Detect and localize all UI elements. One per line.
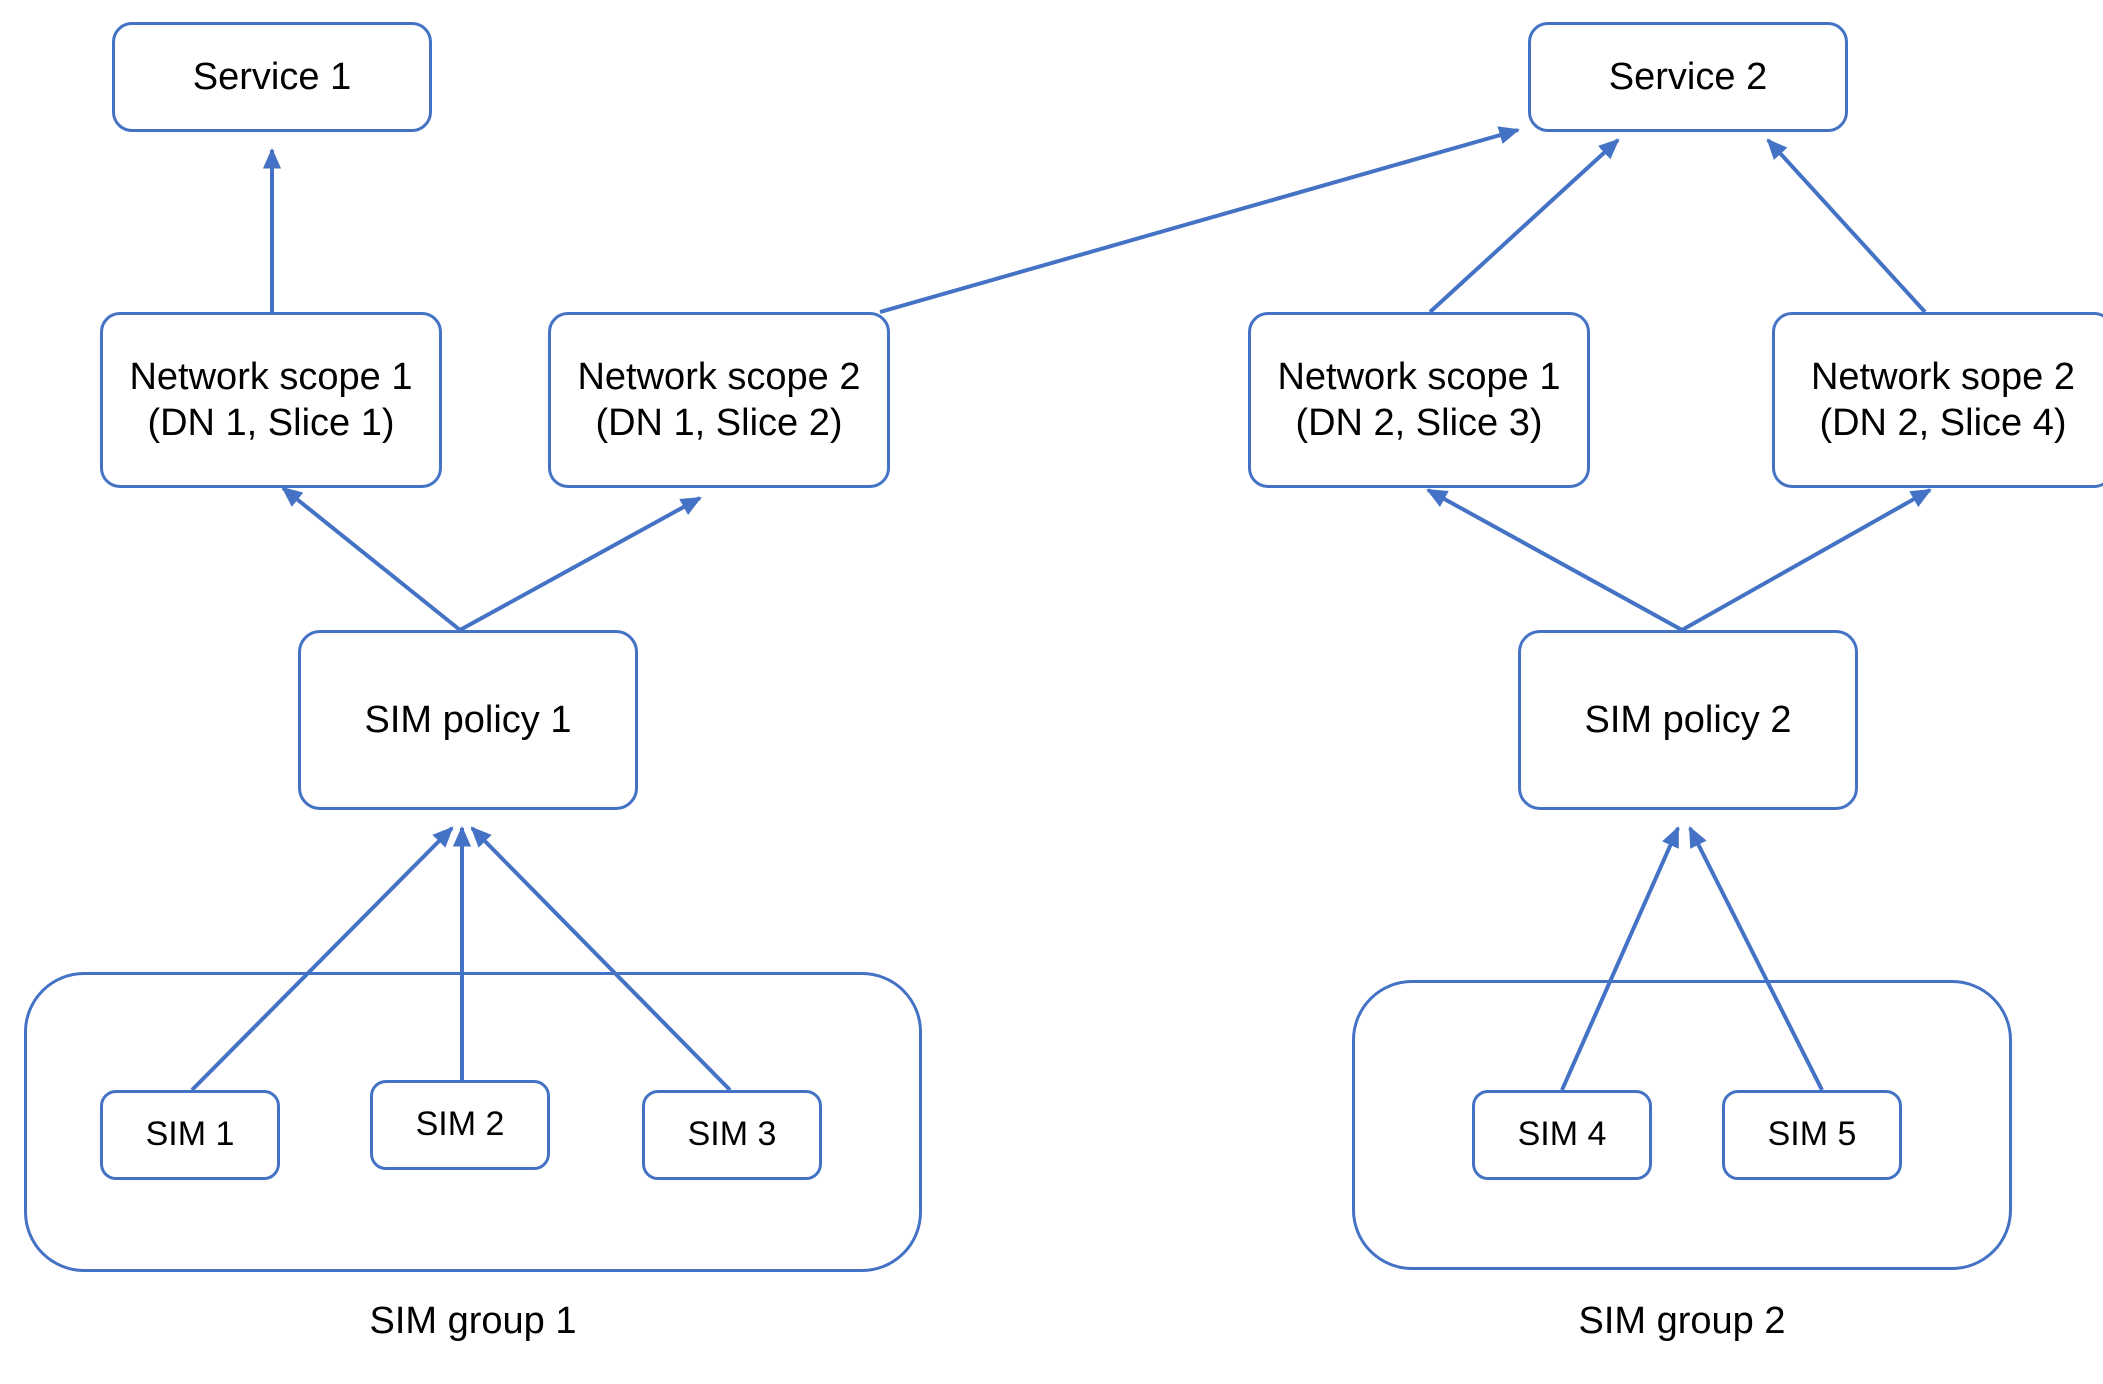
node-label: SIM policy 2 [1584, 698, 1792, 741]
group-label-text: SIM group 2 [1578, 1300, 1786, 1342]
node-label: Network scope 2 (DN 1, Slice 2) [577, 355, 861, 444]
node-network-scope-1-dn1-slice1[interactable]: Network scope 1 (DN 1, Slice 1) [100, 312, 442, 488]
node-sim-1[interactable]: SIM 1 [100, 1090, 280, 1180]
node-label: Service 1 [192, 55, 352, 98]
group-label-text: SIM group 1 [369, 1300, 577, 1342]
node-label: Network scope 1 (DN 1, Slice 1) [129, 355, 413, 444]
group-box-sim-group-2[interactable] [1352, 980, 2012, 1270]
node-service-1[interactable]: Service 1 [112, 22, 432, 132]
edge-scope2a-service2 [879, 126, 1521, 314]
node-sim-policy-2[interactable]: SIM policy 2 [1518, 630, 1858, 810]
node-label: Network sope 2 (DN 2, Slice 4) [1810, 355, 2075, 444]
node-sim-4[interactable]: SIM 4 [1472, 1090, 1652, 1180]
node-label: SIM policy 1 [364, 698, 572, 741]
node-sim-3[interactable]: SIM 3 [642, 1090, 822, 1180]
node-label: Network scope 1 (DN 2, Slice 3) [1277, 355, 1561, 444]
diagram-canvas: Service 1 Service 2 Network scope 1 (DN … [0, 0, 2103, 1384]
node-sim-2[interactable]: SIM 2 [370, 1080, 550, 1170]
edge-scope1b-service2 [1428, 138, 1620, 314]
node-service-2[interactable]: Service 2 [1528, 22, 1848, 132]
node-sim-policy-1[interactable]: SIM policy 1 [298, 630, 638, 810]
node-network-scope-2-dn1-slice2[interactable]: Network scope 2 (DN 1, Slice 2) [548, 312, 890, 488]
group-label-sim-group-2: SIM group 2 [1352, 1300, 2012, 1343]
edge-policy2-scope2b [1681, 488, 1932, 632]
node-label: SIM 1 [145, 1115, 235, 1154]
edge-policy1-scope2a [459, 496, 702, 632]
node-label: SIM 5 [1767, 1115, 1857, 1154]
edge-policy2-scope1b [1426, 488, 1683, 632]
edge-scope2b-service2 [1766, 138, 1927, 314]
node-label: Service 2 [1608, 55, 1768, 98]
node-label: SIM 3 [687, 1115, 777, 1154]
node-label: SIM 4 [1517, 1115, 1607, 1154]
node-network-scope-1-dn2-slice3[interactable]: Network scope 1 (DN 2, Slice 3) [1248, 312, 1590, 488]
node-network-scope-2-dn2-slice4[interactable]: Network sope 2 (DN 2, Slice 4) [1772, 312, 2103, 488]
edge-policy1-scope1a [281, 486, 462, 632]
node-sim-5[interactable]: SIM 5 [1722, 1090, 1902, 1180]
group-label-sim-group-1: SIM group 1 [24, 1300, 922, 1343]
node-label: SIM 2 [415, 1105, 505, 1144]
